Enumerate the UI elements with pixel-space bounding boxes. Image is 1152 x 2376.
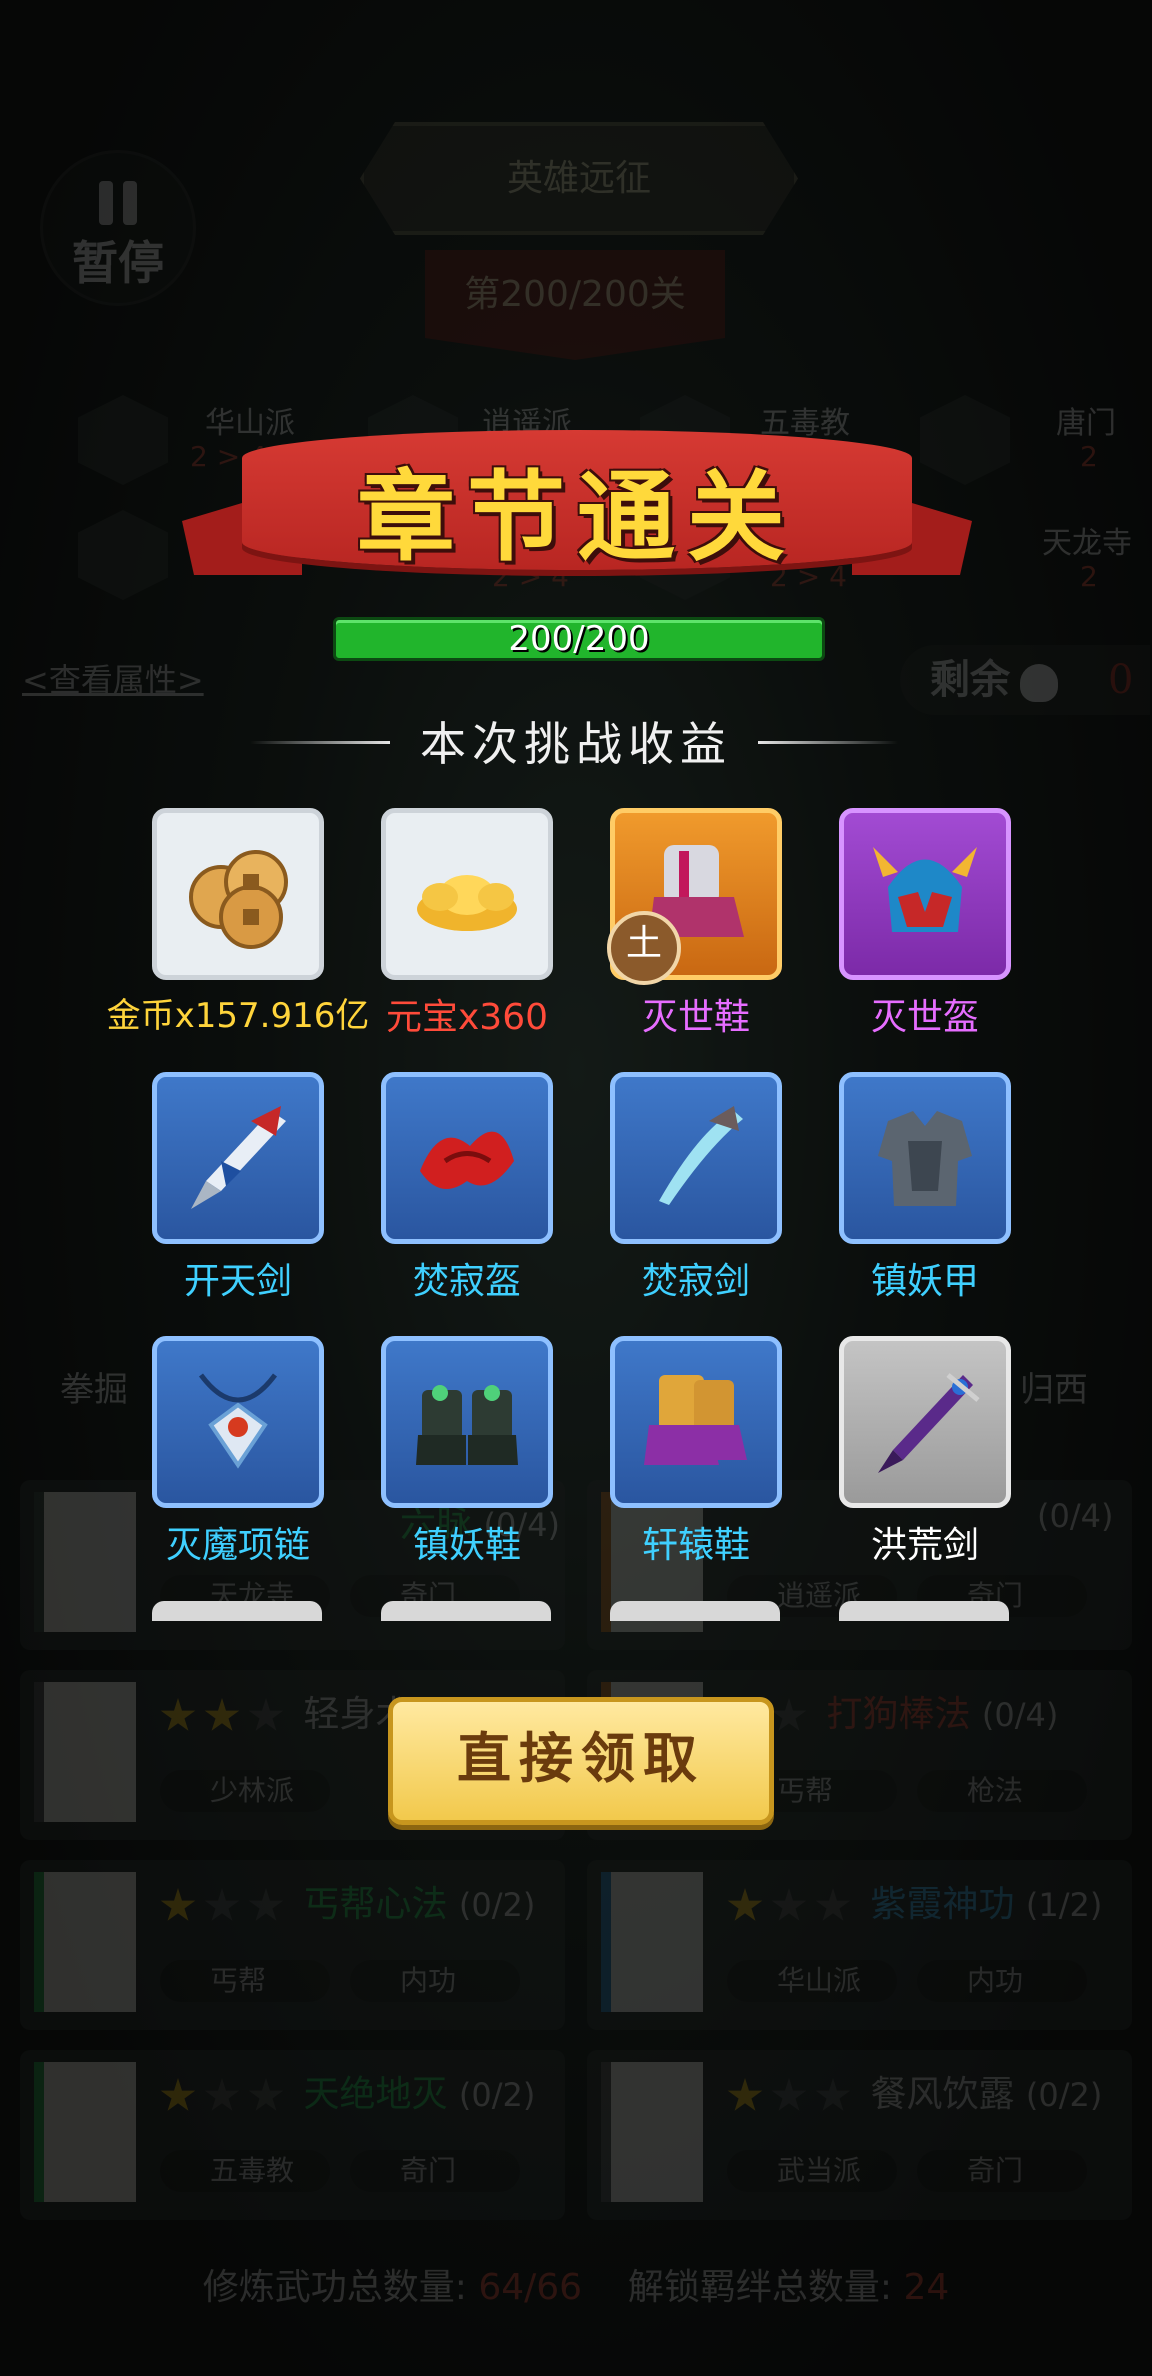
reward-item[interactable]	[381, 1072, 553, 1244]
chapter-clear-banner: 章节通关	[182, 430, 972, 590]
sword-icon	[181, 1101, 295, 1215]
reward-item-partial	[610, 1601, 780, 1621]
reward-item-partial	[381, 1601, 551, 1621]
coins-icon	[181, 837, 295, 951]
element-badge: 土	[607, 911, 681, 985]
reward-label: 元宝x360	[385, 997, 549, 1038]
reward-item[interactable]	[381, 1336, 553, 1508]
reward-label: 轩辕鞋	[641, 1525, 750, 1566]
reward-item[interactable]	[839, 1336, 1011, 1508]
reward-label: 金币x157.916亿	[106, 996, 370, 1036]
helmet-icon	[868, 837, 982, 951]
rewards-title: 本次挑战收益	[420, 717, 732, 771]
reward-item[interactable]: 土	[607, 808, 782, 985]
reward-label: 开天剑	[183, 1261, 292, 1302]
purple-boots-icon	[639, 1365, 753, 1479]
reward-label: 灭世盔	[870, 997, 979, 1038]
green-boots-icon	[410, 1365, 524, 1479]
reward-item[interactable]	[152, 1072, 324, 1244]
reward-item[interactable]	[839, 808, 1011, 980]
divider-right	[758, 741, 898, 744]
red-helmet-icon	[410, 1101, 524, 1215]
reward-label: 灭世鞋	[641, 997, 750, 1038]
reward-label: 焚寂盔	[412, 1261, 521, 1302]
progress-text: 200/200	[508, 619, 650, 659]
reward-item[interactable]	[610, 1336, 782, 1508]
reward-item-partial	[152, 1601, 322, 1621]
reward-item[interactable]	[152, 808, 324, 980]
reward-item[interactable]	[381, 808, 553, 980]
reward-label: 镇妖甲	[870, 1261, 979, 1302]
banner-title: 章节通关	[356, 460, 797, 575]
reward-label: 镇妖鞋	[412, 1525, 521, 1566]
banner-ribbon: 章节通关	[242, 430, 912, 575]
armor-icon	[868, 1101, 982, 1215]
reward-item[interactable]	[610, 1072, 782, 1244]
reward-item[interactable]	[152, 1336, 324, 1508]
reward-item-partial	[839, 1601, 1009, 1621]
reward-label: 洪荒剑	[870, 1525, 979, 1566]
necklace-icon	[181, 1365, 295, 1479]
stage-progress-bar: 200/200	[333, 617, 825, 661]
gold-ingot-icon	[410, 837, 524, 951]
dark-sword-icon	[868, 1365, 982, 1479]
reward-label: 灭魔项链	[165, 1525, 310, 1566]
reward-label: 焚寂剑	[641, 1261, 750, 1302]
reward-item[interactable]	[839, 1072, 1011, 1244]
claim-button[interactable]: 直接领取	[388, 1697, 774, 1825]
curved-sword-icon	[639, 1101, 753, 1215]
